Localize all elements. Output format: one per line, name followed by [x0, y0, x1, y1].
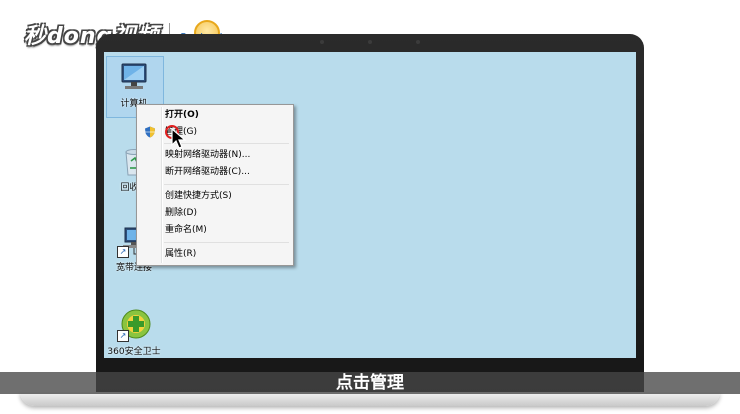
shortcut-arrow-icon: ↗ [117, 246, 129, 258]
desktop-icon-computer[interactable]: 计算机 [106, 56, 164, 118]
shortcut-arrow-icon: ↗ [117, 330, 129, 342]
menu-item-label: 属性(R) [165, 249, 197, 259]
camera-dot [416, 40, 420, 44]
menu-separator [164, 242, 289, 243]
menu-separator [164, 184, 289, 185]
context-menu: 打开(O) 管理(G) 映射网络驱动器(N)... 断开网络驱动器(C)... … [136, 104, 294, 266]
menu-item-label: 创建快捷方式(S) [165, 191, 232, 201]
menu-item-manage[interactable]: 管理(G) [139, 124, 289, 140]
computer-icon [117, 60, 151, 94]
desktop-icon-360[interactable]: ↗ 360安全卫士 [106, 308, 162, 357]
subtitle-text: 点击管理 [336, 373, 404, 393]
camera-dot [368, 40, 372, 44]
menu-item-map-drive[interactable]: 映射网络驱动器(N)... [139, 147, 289, 163]
menu-item-label: 删除(D) [165, 208, 197, 218]
menu-item-label: 打开(O) [165, 110, 199, 120]
security-icon: ↗ [117, 308, 151, 342]
menu-item-open[interactable]: 打开(O) [139, 107, 289, 123]
menu-item-label: 重命名(M) [165, 225, 207, 235]
menu-item-rename[interactable]: 重命名(M) [139, 222, 289, 238]
desktop-icon-label: 360安全卫士 [107, 347, 161, 357]
uac-shield-icon [144, 126, 156, 144]
menu-item-delete[interactable]: 删除(D) [139, 205, 289, 221]
menu-item-disconnect-drive[interactable]: 断开网络驱动器(C)... [139, 164, 289, 180]
menu-item-label: 断开网络驱动器(C)... [165, 167, 250, 177]
menu-item-create-shortcut[interactable]: 创建快捷方式(S) [139, 188, 289, 204]
camera-dot [320, 40, 324, 44]
laptop-base [20, 392, 720, 406]
menu-item-properties[interactable]: 属性(R) [139, 246, 289, 262]
mouse-cursor-icon [171, 127, 187, 154]
